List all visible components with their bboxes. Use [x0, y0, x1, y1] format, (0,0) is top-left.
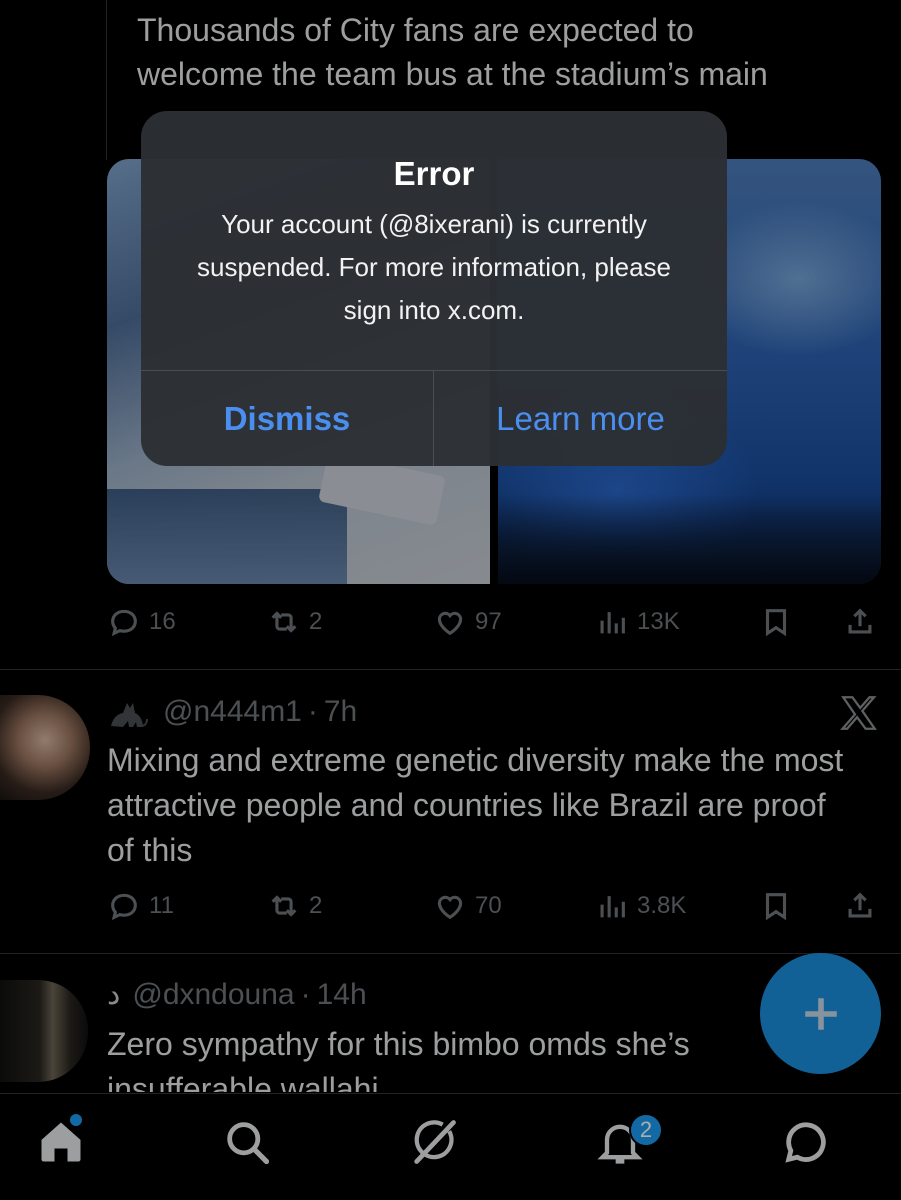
like-button[interactable]: 97 — [433, 605, 502, 639]
dismiss-button[interactable]: Dismiss — [141, 371, 433, 466]
tab-bar — [0, 1093, 901, 1200]
alert-title: Error — [393, 155, 475, 192]
tweet-1-text-line-2: welcome the team bus at the stadium’s ma… — [137, 56, 768, 92]
views-count: 3.8K — [637, 892, 687, 919]
tweet-2-header: @n444m1 · 7h — [107, 692, 357, 732]
avatar[interactable] — [0, 695, 90, 800]
tweet-1-actions: 16 2 97 13K — [107, 604, 877, 640]
tab-grok[interactable] — [408, 1116, 460, 1168]
tweet-3-display-name[interactable]: د — [107, 977, 120, 1012]
tweet-2-handle[interactable]: @n444m1 — [163, 695, 302, 729]
notifications-badge: 2 — [629, 1113, 663, 1147]
views-button[interactable]: 13K — [595, 605, 680, 639]
like-button[interactable]: 70 — [433, 889, 502, 923]
learn-more-button[interactable]: Learn more — [434, 371, 727, 466]
thread-line — [106, 0, 107, 160]
tweet-3-text-line-2: insufferable wallahi — [107, 1071, 379, 1092]
tweet-divider — [0, 669, 901, 670]
tweet-3-time[interactable]: 14h — [317, 978, 367, 1012]
search-icon — [227, 1122, 270, 1165]
home-unread-dot — [70, 1114, 82, 1126]
avatar[interactable] — [0, 980, 88, 1082]
share-icon — [848, 608, 872, 634]
tweet-2-time[interactable]: 7h — [324, 695, 357, 729]
bookmark-button[interactable] — [759, 605, 793, 639]
tweet-divider — [0, 953, 901, 954]
plus-icon — [804, 997, 837, 1030]
views-icon — [600, 612, 625, 634]
repost-icon — [271, 895, 297, 917]
tweet-2-sep: · — [307, 695, 318, 728]
like-count: 70 — [475, 892, 502, 919]
heart-icon — [437, 895, 463, 920]
alert-message: Your account (@8ixerani) is currently su… — [196, 209, 672, 325]
tab-messages[interactable] — [780, 1116, 832, 1168]
people-shape — [498, 494, 881, 584]
error-alert: Error Your account (@8ixerani) is curren… — [141, 111, 727, 466]
cat-icon — [111, 703, 148, 727]
share-button[interactable] — [843, 889, 877, 923]
bookmark-icon — [765, 609, 787, 637]
views-icon — [600, 896, 625, 918]
bookmark-icon — [765, 893, 787, 921]
heart-icon — [437, 611, 463, 636]
tweet-2-text: Mixing and extreme genetic diversity mak… — [107, 742, 844, 868]
like-count: 97 — [475, 608, 502, 635]
reply-icon — [111, 609, 137, 637]
share-icon — [848, 892, 872, 918]
repost-button[interactable]: 2 — [267, 605, 322, 639]
repost-count: 2 — [309, 608, 323, 635]
chat-bubble-icon — [785, 1122, 826, 1163]
views-button[interactable]: 3.8K — [595, 889, 686, 923]
tweet-3-sep: · — [300, 977, 311, 1011]
tweet-1-text-line-1: Thousands of City fans are expected to — [137, 12, 694, 48]
reply-icon — [111, 893, 137, 921]
bookmark-button[interactable] — [759, 889, 793, 923]
repost-button[interactable]: 2 — [267, 889, 322, 923]
tweet-3-header: د @dxndouna · 14h — [107, 977, 367, 1012]
reply-button[interactable]: 11 — [107, 889, 174, 923]
compose-button[interactable] — [760, 953, 881, 1074]
reply-button[interactable]: 16 — [107, 605, 176, 639]
repost-icon — [271, 611, 297, 633]
share-button[interactable] — [843, 605, 877, 639]
tweet-2-actions: 11 2 70 3.8K — [107, 888, 877, 924]
reply-count: 16 — [149, 608, 176, 635]
grok-icon — [414, 1120, 456, 1164]
repost-count: 2 — [309, 892, 323, 919]
crowd-shape — [107, 489, 347, 584]
x-logo-icon — [840, 696, 877, 730]
tweet-3-handle[interactable]: @dxndouna — [132, 978, 294, 1012]
views-count: 13K — [637, 608, 680, 635]
tab-search[interactable] — [221, 1116, 273, 1168]
reply-count: 11 — [149, 892, 174, 919]
tweet-3-text: Zero sympathy for this bimbo omds she’s … — [107, 1022, 847, 1092]
tweet-3-text-line-1: Zero sympathy for this bimbo omds she’s — [107, 1026, 690, 1062]
